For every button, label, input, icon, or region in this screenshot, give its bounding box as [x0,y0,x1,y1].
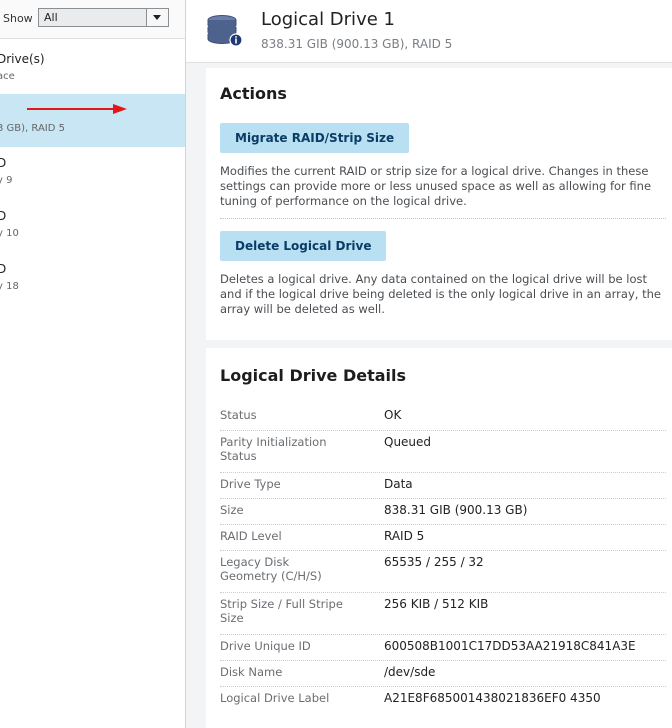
detail-value: RAID 5 [384,529,425,543]
page-subtitle: 838.31 GIB (900.13 GB), RAID 5 [261,37,453,51]
show-filter-select[interactable]: All [38,8,169,27]
tree-item-subtitle: y 18 [0,281,19,292]
show-label: Show [3,12,33,25]
actions-panel: Actions Migrate RAID/Strip Size Modifies… [206,68,672,340]
tree-item-title: Drive(s) [0,52,45,66]
page-title: Logical Drive 1 [261,9,395,30]
delete-logical-drive-button[interactable]: Delete Logical Drive [220,231,387,261]
detail-row: Legacy Disk Geometry (C/H/S) 65535 / 255… [220,550,666,593]
database-icon [207,15,243,47]
detail-value: OK [384,408,402,422]
filter-bar: Show All [0,0,185,39]
detail-row: Strip Size / Full Stripe Size 256 KIB / … [220,592,666,635]
detail-row: Drive Type Data [220,472,666,499]
content-pane: Logical Drive 1 838.31 GIB (900.13 GB), … [186,0,672,728]
tree-item-drive-bay-10[interactable]: D y 10 [0,205,185,253]
tree-item-drive-bay-9[interactable]: D y 9 [0,152,185,200]
tree-item-title: D [0,209,6,223]
details-panel: Logical Drive Details Status OK Parity I… [206,348,672,728]
tree-item-subtitle: y 10 [0,228,19,239]
detail-value: A21E8F685001438021836EF0 4350 [384,691,601,705]
tree-item-subtitle: ace [0,71,15,82]
detail-row: Size 838.31 GIB (900.13 GB) [220,498,666,525]
tree-item-title: D [0,262,6,276]
tree-item-title: D [0,156,6,170]
detail-label: Drive Type [220,477,281,491]
detail-value: /dev/sde [384,665,436,679]
detail-value: 838.31 GIB (900.13 GB) [384,503,528,517]
detail-row: RAID Level RAID 5 [220,524,666,551]
tree-item-logical-drive-1[interactable]: 3 GB), RAID 5 [0,94,185,147]
migrate-raid-button[interactable]: Migrate RAID/Strip Size [220,123,410,153]
page-header: Logical Drive 1 838.31 GIB (900.13 GB), … [186,0,672,63]
detail-label: RAID Level [220,529,282,543]
navigation-pane: Show All Drive(s) ace 3 GB), RAID 5 D y … [0,0,186,728]
detail-label: Strip Size / Full Stripe Size [220,597,343,625]
detail-value: 256 KIB / 512 KIB [384,597,489,611]
tree-item-drive-bay-18[interactable]: D y 18 [0,258,185,306]
detail-label: Status [220,408,257,422]
detail-row: Disk Name /dev/sde [220,660,666,687]
detail-label: Legacy Disk Geometry (C/H/S) [220,555,322,583]
tree-item-drives[interactable]: Drive(s) ace [0,44,185,92]
delete-description: Deletes a logical drive. Any data contai… [220,272,661,316]
show-filter-value: All [44,11,58,24]
detail-row: Logical Drive Label A21E8F68500143802183… [220,686,666,712]
actions-heading: Actions [220,84,287,103]
detail-value: Data [384,477,413,491]
detail-row: Parity Initialization Status Queued [220,430,666,473]
detail-label: Logical Drive Label [220,691,330,705]
tree-item-subtitle: 3 GB), RAID 5 [0,123,65,134]
tree-item-subtitle: y 9 [0,175,13,186]
divider [220,218,666,219]
detail-label: Disk Name [220,665,283,679]
chevron-down-icon[interactable] [146,9,168,26]
migrate-description: Modifies the current RAID or strip size … [220,164,652,208]
detail-value: 600508B1001C17DD53AA21918C841A3E [384,639,636,653]
details-heading: Logical Drive Details [220,366,407,385]
detail-label: Drive Unique ID [220,639,311,653]
detail-row: Drive Unique ID 600508B1001C17DD53AA2191… [220,634,666,661]
detail-label: Parity Initialization Status [220,435,327,463]
detail-label: Size [220,503,244,517]
detail-row: Status OK [220,404,666,431]
detail-value: Queued [384,435,432,449]
annotation-arrow-icon [27,104,129,114]
detail-value: 65535 / 255 / 32 [384,555,484,569]
